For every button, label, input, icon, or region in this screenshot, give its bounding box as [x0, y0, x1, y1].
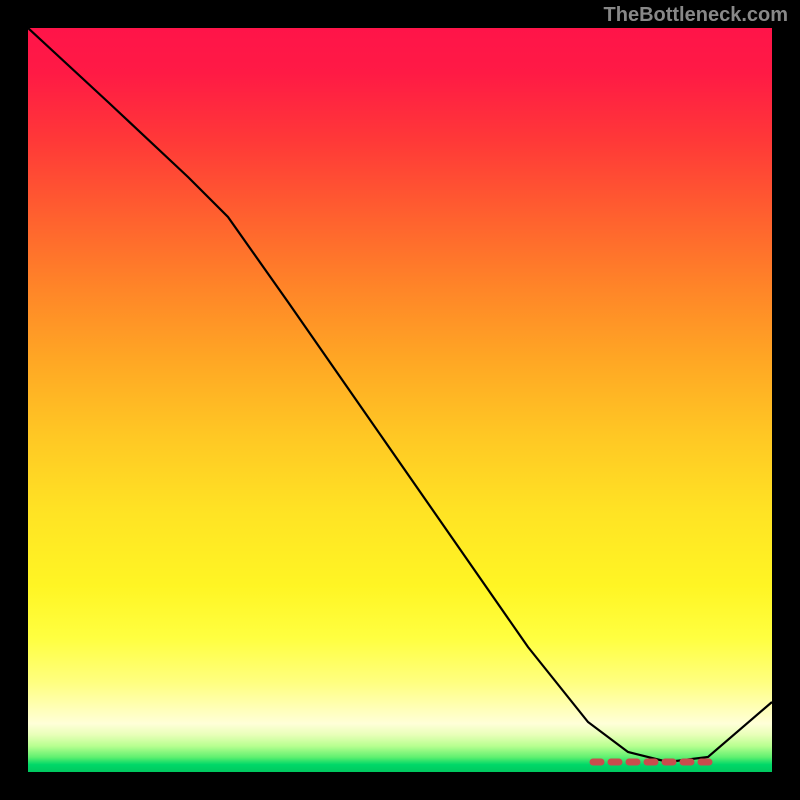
watermark-text: TheBottleneck.com	[604, 4, 788, 27]
chart-outer: TheBottleneck.com	[0, 0, 800, 800]
bottleneck-curve	[28, 28, 772, 762]
plot-area	[28, 28, 772, 772]
chart-svg	[28, 28, 772, 772]
